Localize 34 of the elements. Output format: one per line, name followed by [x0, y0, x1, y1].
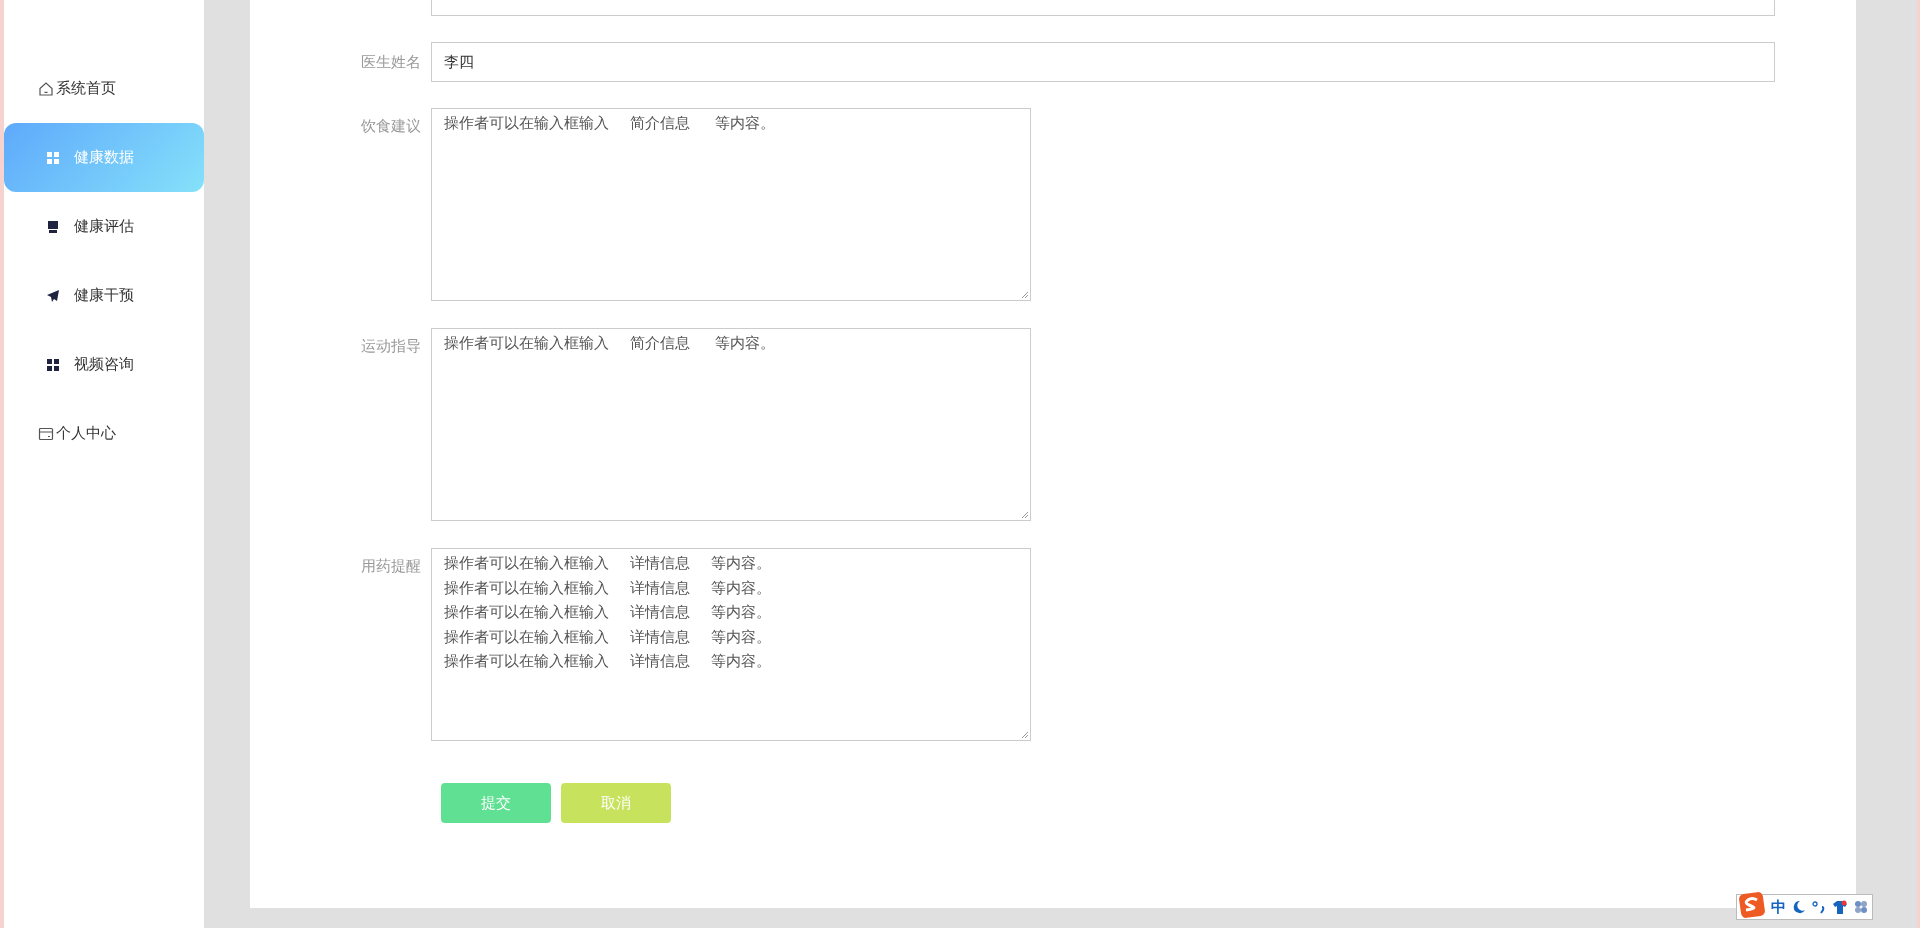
sidebar-item[interactable]: 健康评估 [4, 192, 204, 261]
input-field[interactable]: 李四 [431, 42, 1775, 82]
text-area[interactable]: 操作者可以在输入框输入 详情信息 等内容。 操作者可以在输入框输入 详情信息 等内容。 操作者可以在输入框输入 详情信息 等内容。 操作者可以在输入框输入 详情信息 等内容。 操作者可以在输入框输入 详情信息 等内容。 [431, 548, 1031, 741]
resize-grip-icon[interactable] [1020, 510, 1029, 519]
shirt-icon[interactable] [1832, 900, 1848, 914]
sidebar-item[interactable]: 系统首页 [4, 54, 204, 123]
resize-grip-icon[interactable] [1020, 290, 1029, 299]
grid-icon [46, 150, 60, 165]
text-line: 操作者可以在输入框输入 详情信息 等内容。 [444, 553, 771, 573]
sidebar-item[interactable]: 个人中心 [4, 399, 204, 468]
sidebar-item[interactable]: 健康干预 [4, 261, 204, 330]
text-area[interactable]: 操作者可以在输入框输入 简介信息 等内容。 [431, 108, 1031, 301]
grid-icon [46, 357, 60, 372]
text-line: 操作者可以在输入框输入 详情信息 等内容。 [444, 602, 771, 622]
input-mode[interactable]: 中 [1771, 897, 1786, 917]
text-area[interactable]: 操作者可以在输入框输入 简介信息 等内容。 [431, 328, 1031, 521]
field-label: 医生姓名 [360, 52, 422, 72]
text-line: 操作者可以在输入框输入 详情信息 等内容。 [444, 651, 771, 671]
home-icon [38, 80, 54, 97]
field-label: 运动指导 [360, 336, 422, 356]
paper-plane-icon [46, 288, 60, 303]
text-line: 操作者可以在输入框输入 简介信息 等内容。 [444, 113, 775, 133]
punctuation-icon[interactable] [1812, 900, 1826, 914]
sidebar-item[interactable]: 视频咨询 [4, 330, 204, 399]
text-line: 操作者可以在输入框输入 简介信息 等内容。 [444, 333, 775, 353]
moon-icon[interactable] [1792, 900, 1806, 914]
field-label: 用药提醒 [360, 556, 422, 576]
resize-grip-icon[interactable] [1020, 730, 1029, 739]
card-icon [38, 425, 54, 442]
apps-icon[interactable] [1854, 900, 1868, 914]
tray-icon [46, 219, 60, 234]
text-line: 操作者可以在输入框输入 详情信息 等内容。 [444, 626, 771, 647]
field-label: 饮食建议 [360, 116, 422, 136]
text-line: 操作者可以在输入框输入 详情信息 等内容。 [444, 577, 771, 598]
